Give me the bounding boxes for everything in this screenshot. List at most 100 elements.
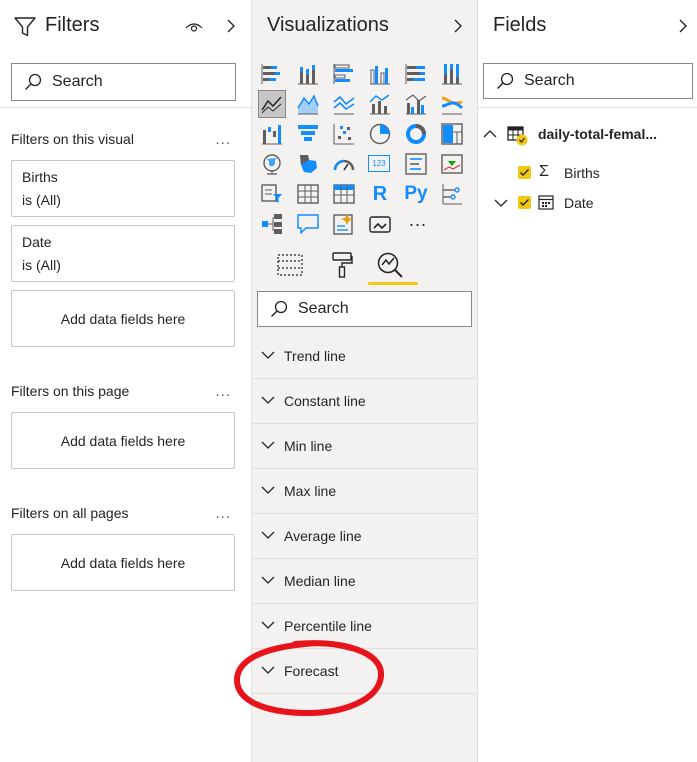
tab-format[interactable] (326, 248, 358, 282)
filled-map-icon[interactable] (296, 152, 320, 176)
fields-search-input[interactable] (524, 72, 664, 90)
stacked-bar-chart-icon[interactable] (260, 62, 284, 86)
analytics-item-max-line[interactable]: Max line (252, 469, 477, 514)
matrix-visual-icon[interactable] (332, 182, 356, 206)
chevron-down-icon (261, 576, 275, 584)
eye-icon[interactable] (185, 20, 203, 34)
line-and-stacked-column-chart-icon[interactable] (368, 92, 392, 116)
collapse-fields-chevron-icon[interactable] (675, 18, 691, 34)
table-visual-icon[interactable] (296, 182, 320, 206)
visualizations-title: Visualizations (267, 14, 389, 36)
chevron-down-icon (261, 396, 275, 404)
table-name: daily-total-femal... (538, 126, 658, 142)
analytics-search-input[interactable] (298, 300, 448, 318)
100-stacked-column-chart-icon[interactable] (440, 62, 464, 86)
page-filters-more-button[interactable]: ... (215, 383, 231, 400)
line-and-clustered-column-chart-icon[interactable] (404, 92, 428, 116)
visualization-pane-tabs (252, 248, 477, 290)
search-icon (25, 73, 42, 90)
visualizations-header: Visualizations (252, 12, 477, 42)
filter-card-field: Date (22, 234, 52, 250)
field-checkbox[interactable] (518, 166, 531, 179)
chevron-down-icon (261, 351, 275, 359)
table-node[interactable]: daily-total-femal... (478, 122, 697, 150)
filters-search-box[interactable] (11, 63, 236, 101)
python-visual-icon[interactable]: Py (401, 182, 431, 206)
scatter-chart-icon[interactable] (332, 122, 356, 146)
chevron-down-icon (261, 486, 275, 494)
chevron-down-icon (261, 531, 275, 539)
table-icon (507, 126, 528, 146)
fields-wells-icon (277, 254, 303, 276)
filter-card-value: is (All) (22, 257, 61, 273)
pie-chart-icon[interactable] (368, 122, 392, 146)
filters-pane: Filters Filters on this visual ... Birth… (0, 0, 252, 762)
visual-filters-more-button[interactable]: ... (215, 131, 231, 148)
kpi-icon[interactable] (440, 152, 464, 176)
all-pages-filters-more-button[interactable]: ... (215, 505, 231, 522)
paginated-report-icon[interactable] (368, 212, 392, 236)
treemap-icon[interactable] (440, 122, 464, 146)
more-visuals-button[interactable]: ... (403, 208, 433, 232)
funnel-chart-icon[interactable] (296, 122, 320, 146)
stacked-area-chart-icon[interactable] (332, 92, 356, 116)
filters-search-input[interactable] (52, 73, 202, 91)
tab-analytics[interactable] (374, 248, 406, 282)
smart-narrative-icon[interactable] (332, 212, 356, 236)
field-checkbox[interactable] (518, 196, 531, 209)
decomposition-tree-icon[interactable] (260, 212, 284, 236)
chevron-down-icon[interactable] (494, 198, 508, 208)
map-icon[interactable] (260, 152, 284, 176)
collapse-filters-chevron-icon[interactable] (223, 18, 239, 34)
filters-on-visual-label: Filters on this visual (11, 131, 134, 147)
filter-card-field: Births (22, 169, 58, 185)
key-influencers-icon[interactable] (440, 182, 464, 206)
divider (478, 107, 697, 108)
line-chart-selected[interactable] (258, 90, 286, 118)
analytics-search-box[interactable] (257, 291, 472, 327)
analytics-item-label: Trend line (284, 348, 346, 364)
card-visual-icon[interactable]: 123 (368, 152, 392, 176)
clustered-column-chart-icon[interactable] (368, 62, 392, 86)
field-name: Date (564, 195, 594, 211)
filter-card-date[interactable]: Date is (All) (11, 225, 235, 282)
filter-card-births[interactable]: Births is (All) (11, 160, 235, 217)
analytics-item-label: Average line (284, 528, 362, 544)
filters-on-page-label: Filters on this page (11, 383, 130, 399)
field-name: Births (564, 165, 600, 181)
search-icon (497, 72, 514, 89)
area-chart-icon[interactable] (296, 92, 320, 116)
calendar-icon (538, 195, 554, 210)
gauge-icon[interactable] (332, 152, 356, 176)
tab-fields-wells[interactable] (274, 248, 306, 282)
analytics-magnifier-icon (377, 252, 403, 278)
slicer-icon[interactable] (260, 182, 284, 206)
analytics-item-min-line[interactable]: Min line (252, 424, 477, 469)
all-pages-filters-dropzone[interactable]: Add data fields here (11, 534, 235, 591)
r-script-visual-icon[interactable]: R (368, 182, 392, 206)
donut-chart-icon[interactable] (404, 122, 428, 146)
collapse-visualizations-chevron-icon[interactable] (450, 18, 466, 34)
filters-title: Filters (45, 14, 100, 36)
fields-title: Fields (493, 14, 547, 36)
chevron-down-icon (261, 441, 275, 449)
chevron-up-icon[interactable] (483, 129, 497, 139)
ribbon-chart-icon[interactable] (440, 92, 464, 116)
qa-visual-icon[interactable] (296, 212, 320, 236)
filter-card-value: is (All) (22, 192, 61, 208)
analytics-item-average-line[interactable]: Average line (252, 514, 477, 559)
search-icon (271, 300, 288, 317)
analytics-item-median-line[interactable]: Median line (252, 559, 477, 604)
fields-search-box[interactable] (483, 63, 693, 99)
analytics-item-constant-line[interactable]: Constant line (252, 379, 477, 424)
field-row-births[interactable]: Σ Births (478, 160, 697, 186)
multi-row-card-icon[interactable] (404, 152, 428, 176)
waterfall-chart-icon[interactable] (260, 122, 284, 146)
100-stacked-bar-chart-icon[interactable] (404, 62, 428, 86)
clustered-bar-chart-icon[interactable] (332, 62, 356, 86)
analytics-item-trend-line[interactable]: Trend line (252, 334, 477, 379)
visual-filters-dropzone[interactable]: Add data fields here (11, 290, 235, 347)
page-filters-dropzone[interactable]: Add data fields here (11, 412, 235, 469)
field-row-date[interactable]: Date (478, 190, 697, 216)
stacked-column-chart-icon[interactable] (296, 62, 320, 86)
